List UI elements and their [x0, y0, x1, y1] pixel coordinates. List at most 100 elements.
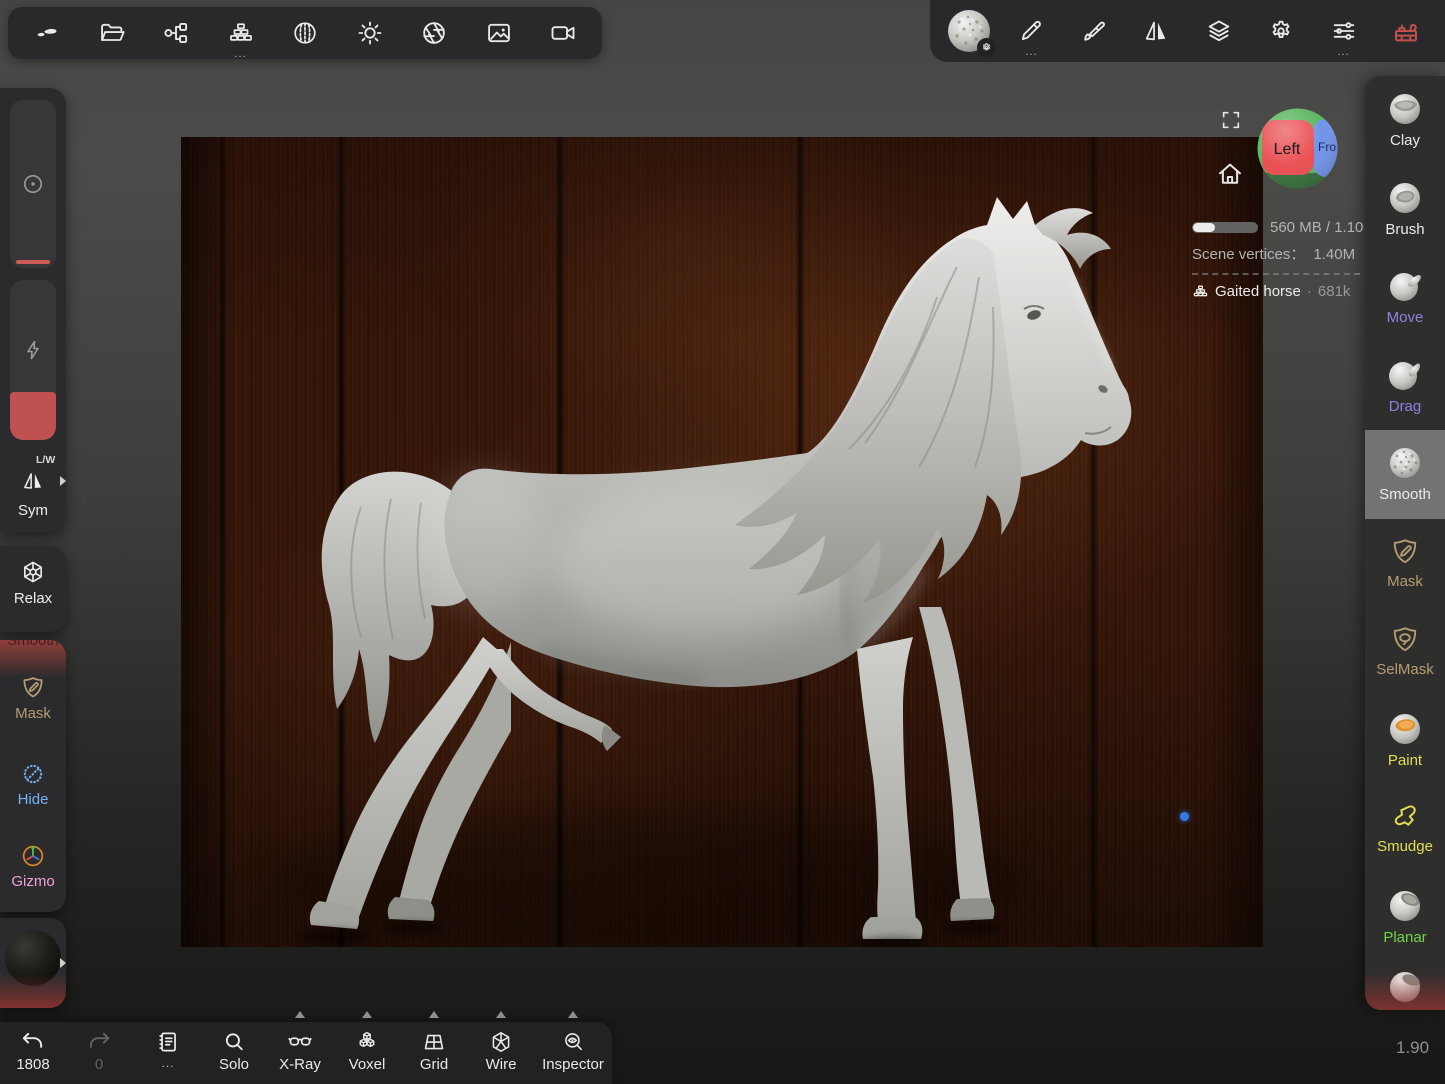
- material-expand-arrow[interactable]: [60, 958, 66, 968]
- camera-aperture-icon[interactable]: [411, 10, 457, 56]
- tool-flatten-partial[interactable]: [1365, 961, 1445, 1010]
- grid-caret-icon[interactable]: [429, 1011, 439, 1018]
- inspector-caret-icon[interactable]: [568, 1011, 578, 1018]
- tool-selmask[interactable]: SelMask: [1365, 607, 1445, 696]
- tool-settings-gear-icon[interactable]: [977, 38, 996, 57]
- fullscreen-icon[interactable]: [1220, 109, 1242, 131]
- tool-move[interactable]: Move: [1365, 253, 1445, 342]
- tool-brush[interactable]: Brush: [1365, 165, 1445, 254]
- intensity-slider[interactable]: [10, 280, 56, 440]
- redo-button[interactable]: 0: [67, 1022, 131, 1084]
- navigation-orb[interactable]: Left Fro: [1256, 107, 1339, 190]
- voxel-button[interactable]: Voxel: [335, 1022, 399, 1084]
- radius-circle-icon: [20, 171, 46, 197]
- planar-brush-icon: [1387, 888, 1423, 924]
- grid-button[interactable]: Grid: [402, 1022, 466, 1084]
- solo-button[interactable]: Solo: [202, 1022, 266, 1084]
- journal-button[interactable]: ...: [136, 1022, 200, 1084]
- journal-more-dots: ...: [136, 1056, 200, 1070]
- tool-clay[interactable]: Clay: [1365, 76, 1445, 165]
- bottom-toolbar: 1808 0 ... Solo X-Ray: [0, 1022, 612, 1084]
- radius-slider[interactable]: [10, 100, 56, 268]
- lighting-sun-icon[interactable]: [347, 10, 393, 56]
- pencil-more-dots: ...: [1008, 46, 1054, 58]
- app-window: ...: [0, 0, 1445, 1084]
- orb-left-face-label: Left: [1274, 141, 1301, 158]
- tool-mask[interactable]: Mask: [1365, 519, 1445, 608]
- redo-count: 0: [67, 1056, 131, 1073]
- mask-label: Mask: [0, 705, 66, 722]
- tool-clay-label: Clay: [1390, 132, 1420, 149]
- relax-web-icon: [0, 558, 66, 586]
- paint-brush-icon: [1387, 711, 1423, 747]
- xray-caret-icon[interactable]: [295, 1011, 305, 1018]
- clay-brush-icon: [1387, 91, 1423, 127]
- voxel-cubes-icon: [335, 1029, 399, 1055]
- image-icon[interactable]: [476, 10, 522, 56]
- pencil-icon[interactable]: ...: [1008, 8, 1054, 54]
- hide-tool[interactable]: Hide: [0, 760, 66, 808]
- mask-tool[interactable]: Mask: [0, 674, 66, 722]
- symmetry-expand-arrow[interactable]: [60, 476, 66, 486]
- tool-drag[interactable]: Drag: [1365, 342, 1445, 431]
- wireframe-icon: [469, 1029, 533, 1055]
- tool-move-label: Move: [1387, 309, 1424, 326]
- object-row[interactable]: Gaited horse · 681k: [1192, 283, 1365, 300]
- scene-graph-icon[interactable]: [153, 10, 199, 56]
- matcap-sphere-icon[interactable]: [282, 10, 328, 56]
- redo-icon: [67, 1029, 131, 1055]
- undo-button[interactable]: 1808: [1, 1022, 65, 1084]
- smudge-icon: [1389, 801, 1421, 833]
- filters-sliders-icon[interactable]: ...: [1321, 8, 1367, 54]
- gizmo-tool[interactable]: Gizmo: [0, 842, 66, 890]
- inspector-button[interactable]: Inspector: [536, 1022, 610, 1084]
- app-logo-icon[interactable]: [24, 10, 70, 56]
- settings-gear-icon[interactable]: [1258, 8, 1304, 54]
- mirror-symmetry-icon[interactable]: [1133, 8, 1179, 54]
- wire-caret-icon[interactable]: [496, 1011, 506, 1018]
- symmetry-toggle[interactable]: L/W Sym: [0, 446, 66, 526]
- voxel-more-dots: ...: [218, 48, 264, 60]
- symmetry-mode-label: L/W: [36, 454, 55, 466]
- relax-label: Relax: [0, 590, 66, 607]
- tool-drag-label: Drag: [1389, 398, 1422, 415]
- stats-separator: [1192, 273, 1360, 275]
- wire-button[interactable]: Wire: [469, 1022, 533, 1084]
- layers-icon[interactable]: [1196, 8, 1242, 54]
- tool-planar[interactable]: Planar: [1365, 873, 1445, 962]
- voxel-caret-icon[interactable]: [362, 1011, 372, 1018]
- tool-paint[interactable]: Paint: [1365, 696, 1445, 785]
- material-preview-panel[interactable]: [0, 918, 66, 1008]
- undo-icon: [1, 1029, 65, 1055]
- horse-sculpture: [181, 137, 1263, 947]
- move-brush-icon: [1387, 268, 1423, 304]
- video-camera-icon[interactable]: [540, 10, 586, 56]
- intensity-fill: [10, 392, 56, 440]
- left-tools-panel: Smooth Mask Hide Gizmo: [0, 640, 66, 912]
- sliders-more-dots: ...: [1321, 46, 1367, 58]
- top-left-toolbar: ...: [8, 7, 602, 59]
- journal-icon: [136, 1029, 200, 1055]
- tool-smooth[interactable]: Smooth: [1365, 430, 1445, 519]
- toolbox-icon[interactable]: [1383, 8, 1429, 54]
- tool-smudge-label: Smudge: [1377, 838, 1433, 855]
- xray-button[interactable]: X-Ray: [268, 1022, 332, 1084]
- object-name: Gaited horse: [1215, 283, 1301, 300]
- home-icon[interactable]: [1215, 159, 1245, 189]
- cursor-stroke-dot: [1180, 812, 1189, 821]
- canvas-3d-viewport[interactable]: [181, 137, 1263, 947]
- folder-icon[interactable]: [89, 10, 135, 56]
- paintbrush-icon[interactable]: [1071, 8, 1117, 54]
- memory-bar: [1192, 222, 1258, 233]
- gizmo-label: Gizmo: [0, 873, 66, 890]
- clipped-smooth-tab: Smooth: [0, 640, 66, 678]
- tool-smudge[interactable]: Smudge: [1365, 784, 1445, 873]
- tool-paint-label: Paint: [1388, 752, 1422, 769]
- active-tool-preview[interactable]: [946, 8, 992, 54]
- scene-stats: 560 MB / 1.10 GB Scene vertices：1.40M Ga…: [1192, 218, 1365, 300]
- object-vertex-count: 681k: [1318, 283, 1351, 300]
- voxel-remesh-icon[interactable]: ...: [218, 10, 264, 56]
- orb-front-face-label: Fro: [1318, 140, 1336, 154]
- grid-icon: [402, 1029, 466, 1055]
- relax-tool-panel[interactable]: Relax: [0, 546, 66, 632]
